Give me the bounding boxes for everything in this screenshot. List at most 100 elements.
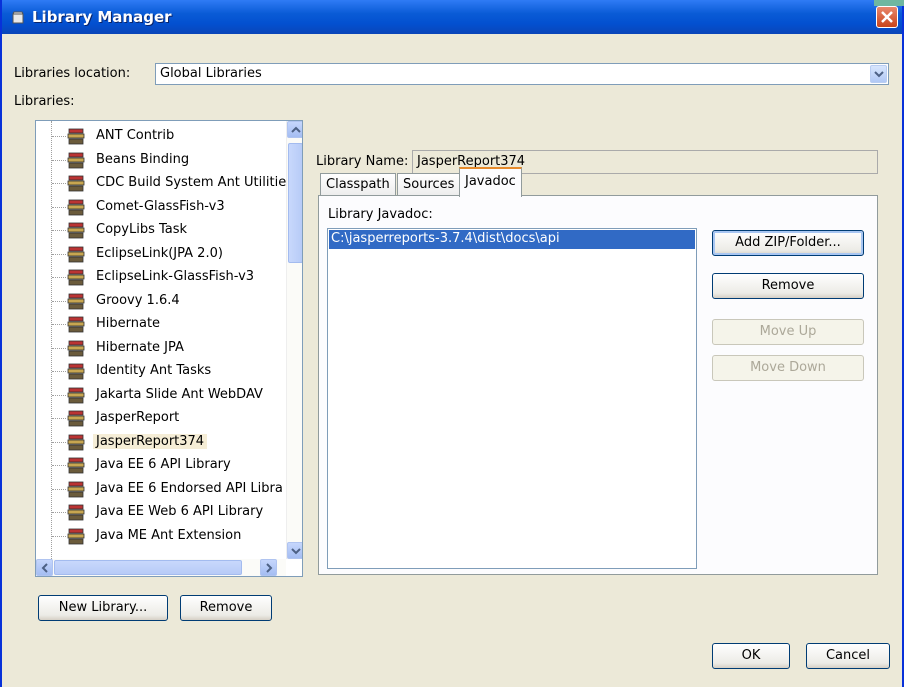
tree-connector bbox=[52, 159, 66, 161]
javadoc-entry[interactable]: C:\jasperreports-3.7.4\dist\docs\api bbox=[329, 230, 695, 249]
library-icon bbox=[66, 410, 86, 428]
tree-connector bbox=[52, 418, 66, 419]
vertical-scrollbar[interactable] bbox=[286, 121, 302, 559]
library-icon bbox=[66, 363, 86, 381]
tree-connector bbox=[52, 183, 66, 184]
library-item[interactable]: Groovy 1.6.4 bbox=[36, 290, 286, 313]
library-icon bbox=[66, 387, 86, 405]
scroll-up-icon bbox=[291, 126, 301, 133]
library-item[interactable]: Java EE 6 API Library bbox=[36, 454, 286, 477]
tree-connector bbox=[52, 300, 66, 302]
library-item-label: Hibernate bbox=[96, 316, 161, 331]
library-item[interactable]: Java EE 6 Endorsed API Libra bbox=[36, 478, 286, 501]
title-bar[interactable]: Library Manager bbox=[2, 0, 904, 34]
library-item-label: CopyLibs Task bbox=[96, 222, 188, 237]
move-down-label: Move Down bbox=[750, 360, 826, 375]
library-item[interactable]: Comet-GlassFish-v3 bbox=[36, 196, 286, 219]
remove-library-button[interactable]: Remove bbox=[180, 595, 272, 621]
library-item-label: Java EE 6 API Library bbox=[96, 457, 231, 472]
library-item[interactable]: Java ME Ant Extension bbox=[36, 525, 286, 548]
library-item[interactable]: EclipseLink-GlassFish-v3 bbox=[36, 266, 286, 289]
library-item[interactable]: Hibernate JPA bbox=[36, 337, 286, 360]
library-item-label: Jakarta Slide Ant WebDAV bbox=[96, 386, 263, 402]
scroll-down-button[interactable] bbox=[287, 542, 302, 559]
scroll-left-icon bbox=[41, 563, 48, 573]
library-item-label: CDC Build System Ant Utilities bbox=[96, 175, 293, 190]
tree-connector bbox=[52, 488, 66, 490]
scroll-up-button[interactable] bbox=[287, 121, 302, 138]
library-item[interactable]: Beans Binding bbox=[36, 149, 286, 172]
library-icon bbox=[66, 316, 86, 334]
add-zip-folder-button[interactable]: Add ZIP/Folder... bbox=[712, 230, 864, 256]
library-item[interactable]: Identity Ant Tasks bbox=[36, 360, 286, 383]
ok-label: OK bbox=[741, 648, 761, 663]
tree-connector bbox=[52, 324, 66, 325]
javadoc-list[interactable]: C:\jasperreports-3.7.4\dist\docs\api bbox=[327, 228, 697, 569]
tree-connector bbox=[52, 230, 66, 231]
library-item[interactable]: CDC Build System Ant Utilities bbox=[36, 172, 293, 195]
library-icon bbox=[66, 340, 86, 358]
tab-sources[interactable]: Sources bbox=[397, 173, 461, 196]
library-item-label: Java ME Ant Extension bbox=[96, 527, 242, 543]
library-item[interactable]: Java EE Web 6 API Library bbox=[36, 501, 286, 524]
library-item-label: Beans Binding bbox=[96, 151, 190, 167]
library-icon bbox=[66, 128, 86, 146]
tab-classpath[interactable]: Classpath bbox=[320, 173, 396, 196]
move-up-button[interactable]: Move Up bbox=[712, 319, 864, 345]
library-item[interactable]: EclipseLink(JPA 2.0) bbox=[36, 243, 286, 266]
horizontal-scrollbar[interactable] bbox=[36, 559, 286, 576]
remove-javadoc-label: Remove bbox=[761, 278, 815, 293]
libraries-label: Libraries: bbox=[14, 94, 75, 109]
tab-javadoc[interactable]: Javadoc bbox=[459, 167, 522, 197]
tree-connector bbox=[52, 535, 66, 537]
library-icon bbox=[66, 481, 86, 499]
horizontal-scroll-thumb[interactable] bbox=[54, 560, 242, 575]
remove-javadoc-button[interactable]: Remove bbox=[712, 273, 864, 299]
chevron-down-icon bbox=[874, 71, 884, 78]
add-zip-folder-label: Add ZIP/Folder... bbox=[735, 235, 841, 250]
library-item-label: Identity Ant Tasks bbox=[96, 363, 212, 378]
scroll-right-button[interactable] bbox=[260, 559, 277, 576]
library-item-label: JasperReport bbox=[96, 410, 180, 425]
library-item[interactable]: ANT Contrib bbox=[36, 125, 286, 148]
library-item-label: Java EE 6 Endorsed API Libra bbox=[96, 480, 283, 496]
library-item[interactable]: Jakarta Slide Ant WebDAV bbox=[36, 384, 286, 407]
cancel-button[interactable]: Cancel bbox=[806, 643, 890, 669]
libraries-tree[interactable]: ANT Contrib Beans Binding CDC Build System… bbox=[35, 120, 303, 577]
library-item-label: ANT Contrib bbox=[96, 128, 175, 143]
scroll-left-button[interactable] bbox=[36, 559, 53, 576]
libraries-location-value: Global Libraries bbox=[160, 66, 262, 81]
library-item-label: Java EE Web 6 API Library bbox=[96, 504, 264, 519]
tree-connector bbox=[52, 394, 66, 396]
ok-button[interactable]: OK bbox=[712, 643, 790, 669]
library-icon bbox=[66, 269, 86, 287]
library-item[interactable]: JasperReport bbox=[36, 407, 286, 430]
library-icon bbox=[66, 222, 86, 240]
library-icon bbox=[66, 152, 86, 170]
dropdown-button[interactable] bbox=[870, 65, 887, 83]
new-library-button[interactable]: New Library... bbox=[38, 595, 168, 621]
tree-connector bbox=[52, 277, 66, 278]
tree-connector bbox=[52, 136, 66, 137]
close-button[interactable] bbox=[876, 6, 898, 28]
library-item-label: EclipseLink-GlassFish-v3 bbox=[96, 269, 255, 284]
scroll-down-icon bbox=[291, 548, 301, 555]
library-item[interactable]: JasperReport374 bbox=[36, 431, 286, 454]
library-item-label: Hibernate JPA bbox=[96, 339, 184, 355]
libraries-location-select[interactable]: Global Libraries bbox=[155, 63, 889, 85]
move-down-button[interactable]: Move Down bbox=[712, 355, 864, 381]
library-name-label: Library Name: bbox=[316, 154, 409, 169]
move-up-label: Move Up bbox=[759, 324, 817, 339]
library-icon bbox=[66, 528, 86, 546]
vertical-scroll-thumb[interactable] bbox=[288, 143, 302, 263]
library-item-label: Comet-GlassFish-v3 bbox=[96, 198, 225, 214]
library-javadoc-label: Library Javadoc: bbox=[328, 207, 433, 222]
library-item[interactable]: Hibernate bbox=[36, 313, 286, 336]
scroll-right-icon bbox=[266, 563, 273, 573]
libraries-location-label: Libraries location: bbox=[14, 66, 131, 81]
library-item[interactable]: CopyLibs Task bbox=[36, 219, 286, 242]
library-icon bbox=[66, 504, 86, 522]
close-icon bbox=[881, 11, 893, 23]
app-icon bbox=[12, 11, 24, 24]
library-icon bbox=[66, 175, 86, 193]
